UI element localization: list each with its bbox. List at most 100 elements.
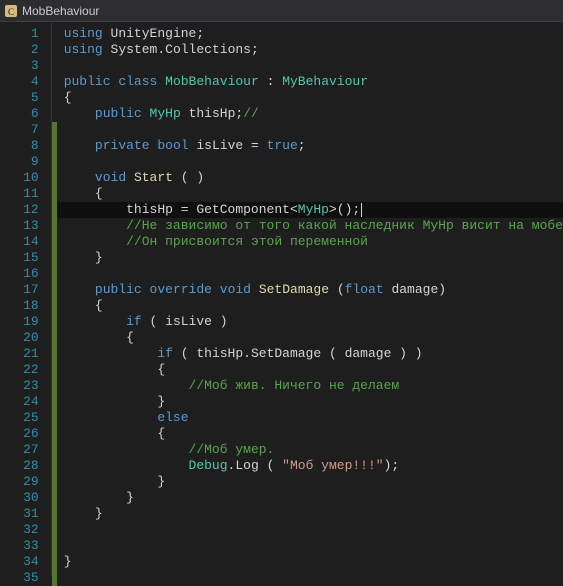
- code-line[interactable]: [52, 522, 563, 538]
- code-line[interactable]: [52, 154, 563, 170]
- change-marker: [52, 346, 57, 362]
- token-txt: }: [64, 490, 134, 505]
- code-editor[interactable]: 1234567891011121314151617181920212223242…: [0, 22, 563, 577]
- token-txt: [64, 410, 158, 425]
- token-cmt: //Моб умер.: [189, 442, 275, 457]
- code-line[interactable]: //Моб умер.: [52, 442, 563, 458]
- code-area[interactable]: using UnityEngine;using System.Collectio…: [51, 22, 563, 577]
- token-txt: ;: [298, 138, 306, 153]
- code-line[interactable]: }: [52, 506, 563, 522]
- code-line[interactable]: if ( isLive ): [52, 314, 563, 330]
- titlebar: C MobBehaviour: [0, 0, 563, 22]
- code-line[interactable]: {: [52, 186, 563, 202]
- code-line[interactable]: }: [52, 394, 563, 410]
- code-line[interactable]: public class MobBehaviour : MyBehaviour: [52, 74, 563, 90]
- token-txt: [64, 282, 95, 297]
- code-line[interactable]: using UnityEngine;: [52, 26, 563, 42]
- code-line[interactable]: thisHp = GetComponent<MyHp>();: [52, 202, 563, 218]
- token-txt: [64, 346, 158, 361]
- token-kw: public: [95, 106, 142, 121]
- code-line[interactable]: using System.Collections;: [52, 42, 563, 58]
- change-marker: [52, 538, 57, 554]
- code-line[interactable]: Debug.Log ( "Моб умер!!!");: [52, 458, 563, 474]
- code-line[interactable]: void Start ( ): [52, 170, 563, 186]
- line-number: 13: [0, 218, 51, 234]
- line-number: 29: [0, 474, 51, 490]
- change-marker: [52, 202, 57, 218]
- line-number-gutter: 1234567891011121314151617181920212223242…: [0, 22, 51, 577]
- token-cls: MyBehaviour: [282, 74, 368, 89]
- token-str: "Моб умер!!!": [282, 458, 383, 473]
- code-line[interactable]: }: [52, 474, 563, 490]
- code-line[interactable]: {: [52, 362, 563, 378]
- code-line[interactable]: public MyHp thisHp;//: [52, 106, 563, 122]
- line-number: 9: [0, 154, 51, 170]
- token-kw: override: [150, 282, 212, 297]
- token-txt: [173, 170, 181, 185]
- token-txt: [103, 42, 111, 57]
- token-txt: thisHp =: [64, 202, 197, 217]
- token-kw: class: [118, 74, 157, 89]
- token-fn: Start: [134, 170, 173, 185]
- code-line[interactable]: //Не зависимо от того какой наследник My…: [52, 218, 563, 234]
- token-txt: GetComponent: [196, 202, 290, 217]
- token-txt: UnityEngine: [111, 26, 197, 41]
- token-txt: ( isLive ): [142, 314, 228, 329]
- token-txt: ( ): [181, 170, 204, 185]
- line-number: 26: [0, 426, 51, 442]
- line-number: 27: [0, 442, 51, 458]
- code-line[interactable]: }: [52, 250, 563, 266]
- line-number: 5: [0, 90, 51, 106]
- line-number: 15: [0, 250, 51, 266]
- change-marker: [52, 170, 57, 186]
- line-number: 17: [0, 282, 51, 298]
- token-txt: <: [290, 202, 298, 217]
- code-line[interactable]: [52, 58, 563, 74]
- code-line[interactable]: {: [52, 330, 563, 346]
- line-number: 10: [0, 170, 51, 186]
- token-cmt: //Он присвоится этой переменной: [126, 234, 368, 249]
- token-txt: [157, 74, 165, 89]
- code-line[interactable]: }: [52, 554, 563, 570]
- code-line[interactable]: private bool isLive = true;: [52, 138, 563, 154]
- token-kw: using: [64, 42, 103, 57]
- csharp-file-icon: C: [4, 4, 18, 18]
- token-kw: void: [220, 282, 251, 297]
- line-number: 7: [0, 122, 51, 138]
- token-cmt: //Не зависимо от того какой наследник My…: [126, 218, 563, 233]
- code-line[interactable]: if ( thisHp.SetDamage ( damage ) ): [52, 346, 563, 362]
- code-line[interactable]: {: [52, 90, 563, 106]
- code-line[interactable]: [52, 570, 563, 586]
- change-marker: [52, 570, 57, 586]
- line-number: 23: [0, 378, 51, 394]
- code-line[interactable]: [52, 266, 563, 282]
- code-line[interactable]: //Он присвоится этой переменной: [52, 234, 563, 250]
- change-marker: [52, 458, 57, 474]
- token-txt: damage): [384, 282, 446, 297]
- line-number: 6: [0, 106, 51, 122]
- code-line[interactable]: [52, 122, 563, 138]
- code-line[interactable]: }: [52, 490, 563, 506]
- token-txt: }: [64, 506, 103, 521]
- line-number: 33: [0, 538, 51, 554]
- code-line[interactable]: {: [52, 298, 563, 314]
- token-txt: Log (: [235, 458, 282, 473]
- code-line[interactable]: [52, 538, 563, 554]
- token-txt: [64, 106, 95, 121]
- change-marker: [52, 474, 57, 490]
- code-line[interactable]: //Моб жив. Ничего не делаем: [52, 378, 563, 394]
- change-marker: [52, 554, 57, 570]
- token-txt: [64, 218, 126, 233]
- token-txt: :: [259, 74, 282, 89]
- line-number: 22: [0, 362, 51, 378]
- token-txt: (: [329, 282, 345, 297]
- titlebar-title: MobBehaviour: [22, 4, 99, 18]
- token-cls: MobBehaviour: [165, 74, 259, 89]
- code-line[interactable]: public override void SetDamage (float da…: [52, 282, 563, 298]
- token-txt: [64, 378, 189, 393]
- token-cls: Debug: [189, 458, 228, 473]
- line-number: 21: [0, 346, 51, 362]
- token-txt: {: [64, 362, 165, 377]
- code-line[interactable]: else: [52, 410, 563, 426]
- code-line[interactable]: {: [52, 426, 563, 442]
